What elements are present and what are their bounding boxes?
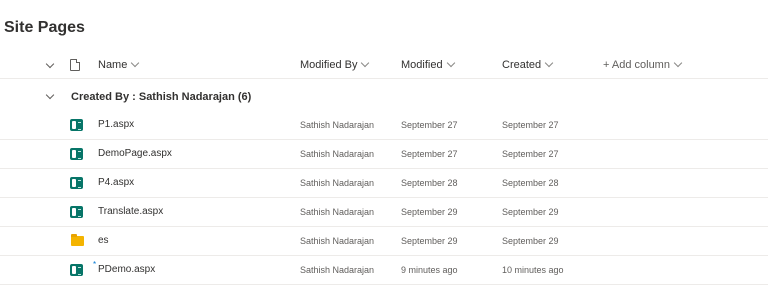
modified-cell: September 27 xyxy=(401,149,458,159)
modified-by-cell: Sathish Nadarajan xyxy=(300,236,375,246)
sitepage-icon xyxy=(70,264,83,276)
file-type-icon[interactable] xyxy=(70,59,80,71)
group-label: Created By : Sathish Nadarajan (6) xyxy=(71,91,252,103)
column-name-label: Name xyxy=(98,59,128,71)
created-cell: September 29 xyxy=(502,236,559,246)
column-name[interactable]: Name xyxy=(98,58,140,71)
table-row[interactable]: * PDemo.aspx Sathish Nadarajan 9 minutes… xyxy=(0,256,768,285)
sitepage-icon xyxy=(70,206,83,218)
group-collapse-chevron-icon[interactable] xyxy=(45,90,55,100)
table-row[interactable]: es Sathish Nadarajan September 29 Septem… xyxy=(0,227,768,256)
collapse-all-chevron-icon[interactable] xyxy=(45,59,55,69)
folder-icon xyxy=(71,234,84,246)
file-name[interactable]: P1.aspx xyxy=(98,119,134,130)
table-row[interactable]: P4.aspx Sathish Nadarajan September 28 S… xyxy=(0,169,768,198)
add-column-button[interactable]: + Add column xyxy=(603,58,683,71)
file-name[interactable]: DemoPage.aspx xyxy=(98,148,172,159)
table-row[interactable]: DemoPage.aspx Sathish Nadarajan Septembe… xyxy=(0,140,768,169)
modified-by-cell: Sathish Nadarajan xyxy=(300,178,375,188)
modified-cell: September 27 xyxy=(401,120,458,130)
modified-by-cell: Sathish Nadarajan xyxy=(300,207,375,217)
sitepage-icon xyxy=(70,148,83,160)
sitepage-icon xyxy=(70,177,83,189)
table-row[interactable]: P1.aspx Sathish Nadarajan September 27 S… xyxy=(0,111,768,140)
new-item-icon: * xyxy=(93,260,97,269)
modified-cell: 9 minutes ago xyxy=(401,265,458,275)
file-name[interactable]: P4.aspx xyxy=(98,177,134,188)
created-cell: 10 minutes ago xyxy=(502,265,564,275)
column-modified[interactable]: Modified xyxy=(401,58,455,71)
column-created-label: Created xyxy=(502,59,542,71)
column-modified-by-label: Modified By xyxy=(300,59,358,71)
table-row[interactable]: Translate.aspx Sathish Nadarajan Septemb… xyxy=(0,198,768,227)
chevron-down-icon xyxy=(544,58,554,68)
column-modified-by[interactable]: Modified By xyxy=(300,58,370,71)
folder-name[interactable]: es xyxy=(98,235,109,246)
sitepage-icon xyxy=(70,119,83,131)
column-modified-label: Modified xyxy=(401,59,443,71)
file-name[interactable]: Translate.aspx xyxy=(98,206,163,217)
modified-by-cell: Sathish Nadarajan xyxy=(300,265,375,275)
modified-cell: September 29 xyxy=(401,236,458,246)
chevron-down-icon xyxy=(361,58,370,68)
modified-cell: September 28 xyxy=(401,178,458,188)
chevron-down-icon xyxy=(131,58,140,68)
column-header-row: Name Modified By Modified Created + Add … xyxy=(0,52,768,79)
file-name[interactable]: PDemo.aspx xyxy=(98,264,155,275)
group-header[interactable]: Created By : Sathish Nadarajan (6) xyxy=(0,79,768,111)
created-cell: September 27 xyxy=(502,120,559,130)
created-cell: September 29 xyxy=(502,207,559,217)
page-title: Site Pages xyxy=(4,19,85,36)
created-cell: September 27 xyxy=(502,149,559,159)
chevron-down-icon xyxy=(446,58,455,68)
modified-cell: September 29 xyxy=(401,207,458,217)
add-column-label: + Add column xyxy=(603,59,670,71)
chevron-down-icon xyxy=(673,58,683,68)
modified-by-cell: Sathish Nadarajan xyxy=(300,120,375,130)
column-created[interactable]: Created xyxy=(502,58,554,71)
modified-by-cell: Sathish Nadarajan xyxy=(300,149,375,159)
created-cell: September 28 xyxy=(502,178,559,188)
